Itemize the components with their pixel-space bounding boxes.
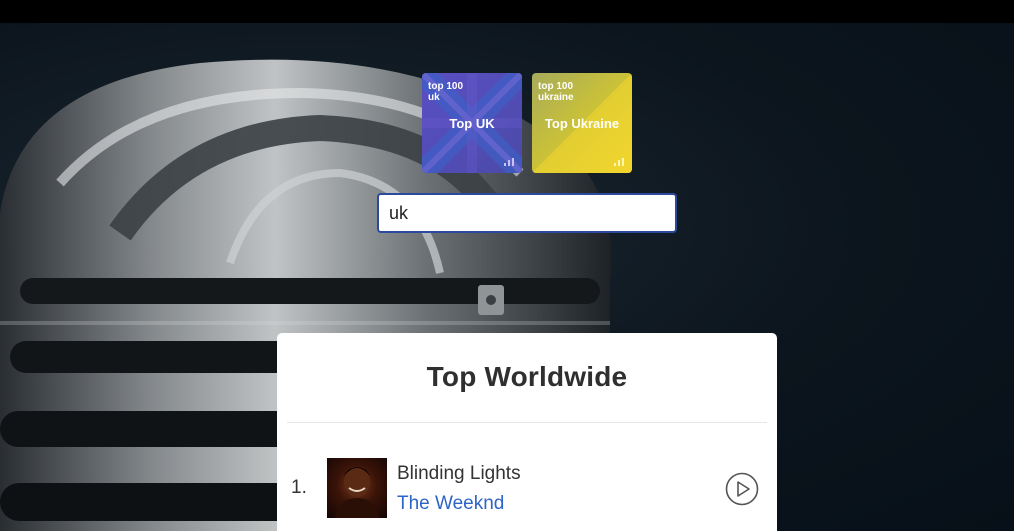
playlist-card-top-uk[interactable]: top 100 uk Top UK [422,73,522,173]
top-bar [0,0,1014,23]
play-circle-icon[interactable] [725,472,759,506]
divider [287,422,767,423]
track-row: 1. Blinding Lights The Weeknd [277,457,777,519]
track-title: Blinding Lights [397,463,521,484]
playlist-cards: top 100 uk Top UK top 100 ukraine Top Uk… [422,73,632,173]
album-art [335,467,379,518]
track-artist-link[interactable]: The Weeknd [397,493,504,515]
playlist-small-label: top 100 uk [428,81,464,103]
playlist-title: Top Ukraine [544,116,620,131]
album-cover [327,458,387,518]
top-worldwide-panel: Top Worldwide 1. Blinding Lights The Wee… [277,333,777,531]
playlist-small-label: top 100 ukraine [538,81,574,103]
search-input[interactable] [377,193,677,233]
track-rank: 1. [291,477,307,498]
panel-title: Top Worldwide [426,361,628,392]
bars-icon [614,158,624,166]
playlist-card-top-ukraine[interactable]: top 100 ukraine Top Ukraine [532,73,632,173]
bars-icon [504,158,514,166]
playlist-title: Top UK [449,116,495,131]
